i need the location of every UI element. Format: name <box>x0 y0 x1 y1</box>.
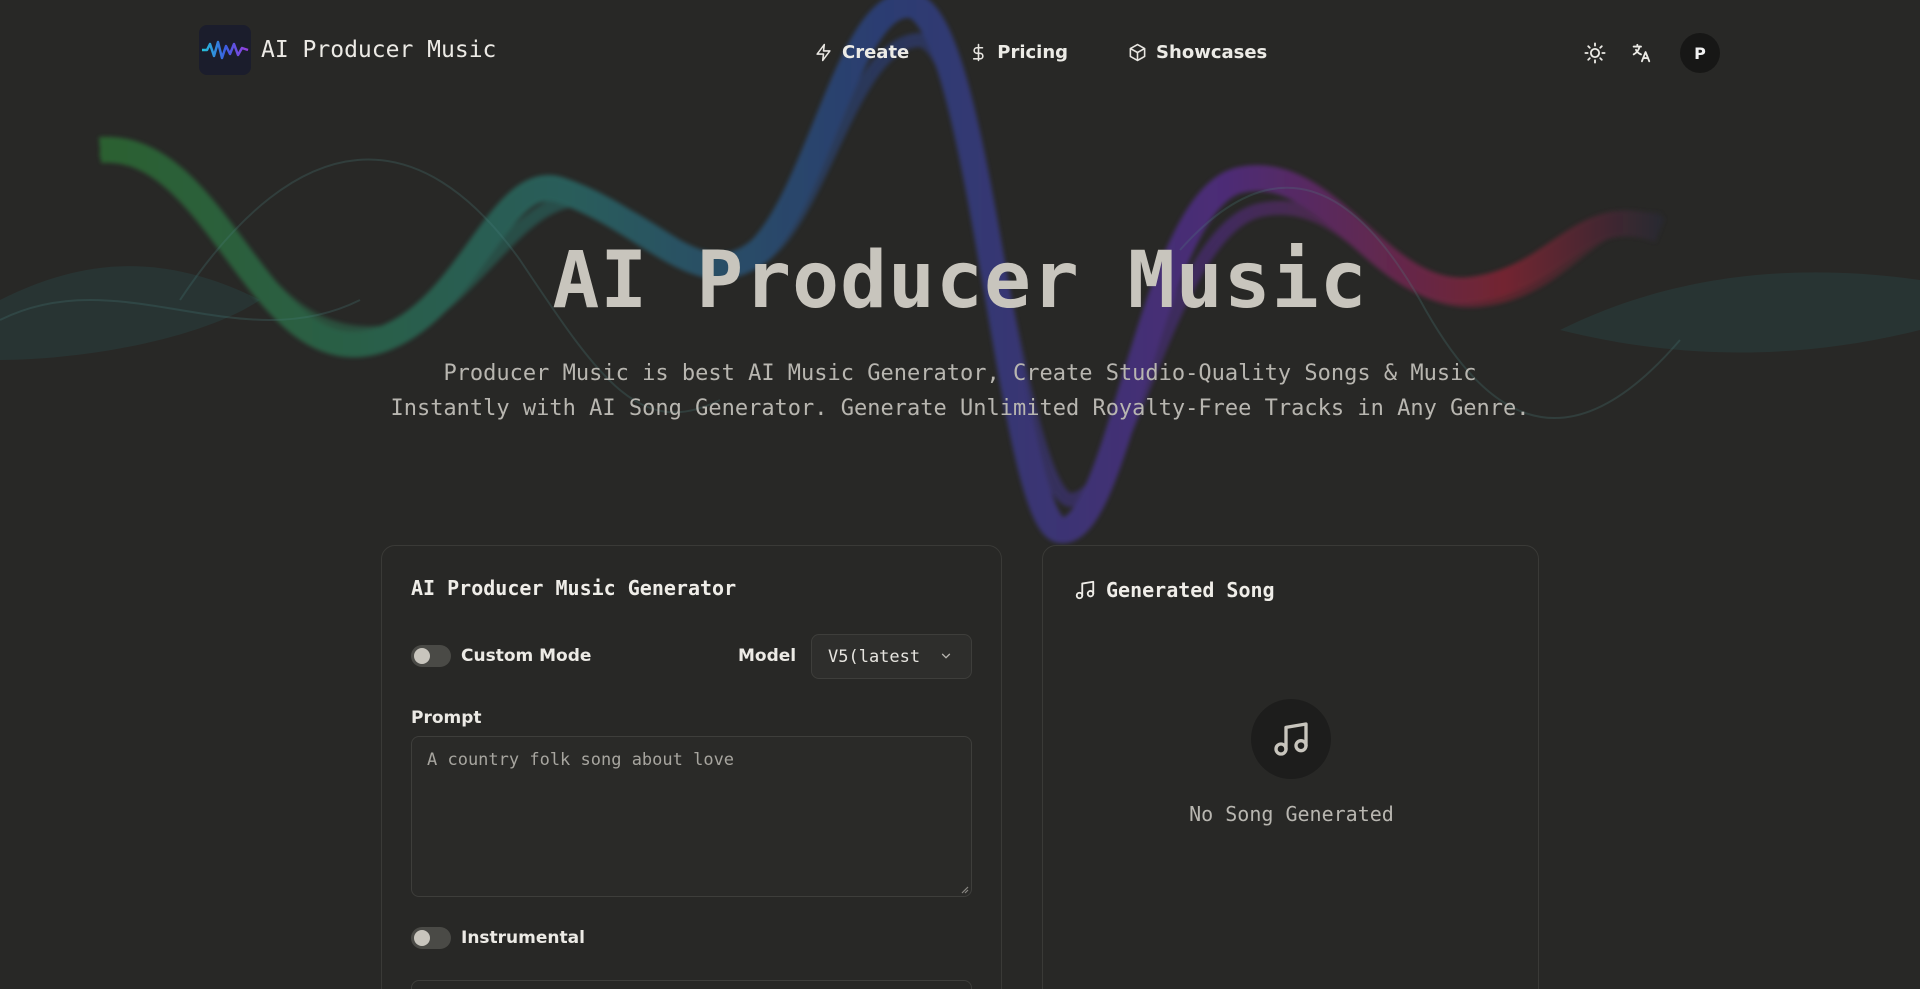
brand-link[interactable]: AI Producer Music <box>199 25 496 75</box>
nav-showcases-label: Showcases <box>1156 42 1268 63</box>
brand-logo-icon <box>199 25 251 75</box>
generated-song-title: Generated Song <box>1106 578 1275 602</box>
top-header: AI Producer Music Create Pricing Showcas… <box>0 0 1920 108</box>
model-label: Model <box>738 646 797 666</box>
prompt-label: Prompt <box>411 708 482 728</box>
model-select[interactable]: V5(latest <box>811 634 972 679</box>
generator-card: AI Producer Music Generator Custom Mode … <box>381 545 1002 989</box>
hero-title: AI Producer Music <box>552 236 1368 326</box>
custom-mode-toggle[interactable] <box>411 645 451 667</box>
music-note-icon <box>1274 722 1308 756</box>
instrumental-row: Instrumental <box>411 927 585 949</box>
model-select-value: V5(latest <box>828 646 921 667</box>
no-song-text: No Song Generated <box>1189 802 1394 826</box>
instrumental-toggle[interactable] <box>411 927 451 949</box>
custom-mode-label: Custom Mode <box>461 646 592 666</box>
hero-subtitle: Producer Music is best AI Music Generato… <box>360 356 1560 426</box>
nav-create[interactable]: Create <box>814 42 909 63</box>
hero-subtitle-line-1: Producer Music is best AI Music Generato… <box>443 361 1477 386</box>
chevron-down-icon <box>941 653 951 659</box>
language-button[interactable] <box>1626 38 1656 68</box>
generator-title: AI Producer Music Generator <box>411 576 737 600</box>
nav-showcases[interactable]: Showcases <box>1128 42 1267 63</box>
custom-mode-row: Custom Mode <box>411 645 591 667</box>
nav-pricing-label: Pricing <box>997 42 1069 63</box>
prompt-text: A country folk song about love <box>427 750 735 770</box>
next-field[interactable] <box>411 980 972 989</box>
resize-handle-icon[interactable] <box>959 884 969 894</box>
generated-song-header: Generated Song <box>1074 578 1275 602</box>
nav-create-label: Create <box>842 42 910 63</box>
hero-subtitle-line-2: Instantly with AI Song Generator. Genera… <box>390 396 1530 421</box>
nav-pricing[interactable]: Pricing <box>969 42 1068 63</box>
zap-icon <box>816 43 831 62</box>
instrumental-label: Instrumental <box>461 928 585 948</box>
music-note-icon <box>1075 580 1095 600</box>
sun-icon <box>1584 42 1606 64</box>
box-icon <box>1129 43 1146 62</box>
brand-name: AI Producer Music <box>261 37 497 63</box>
main-nav: Create Pricing Showcases <box>814 42 1327 63</box>
header-actions: P <box>1580 33 1720 73</box>
dollar-icon <box>973 43 984 62</box>
user-avatar[interactable]: P <box>1680 33 1720 73</box>
generated-song-card: Generated Song No Song Generated <box>1042 545 1539 989</box>
translate-icon <box>1632 43 1651 63</box>
prompt-textarea[interactable]: A country folk song about love <box>411 736 972 897</box>
empty-state-icon-circle <box>1251 699 1331 779</box>
theme-toggle-button[interactable] <box>1580 38 1610 68</box>
